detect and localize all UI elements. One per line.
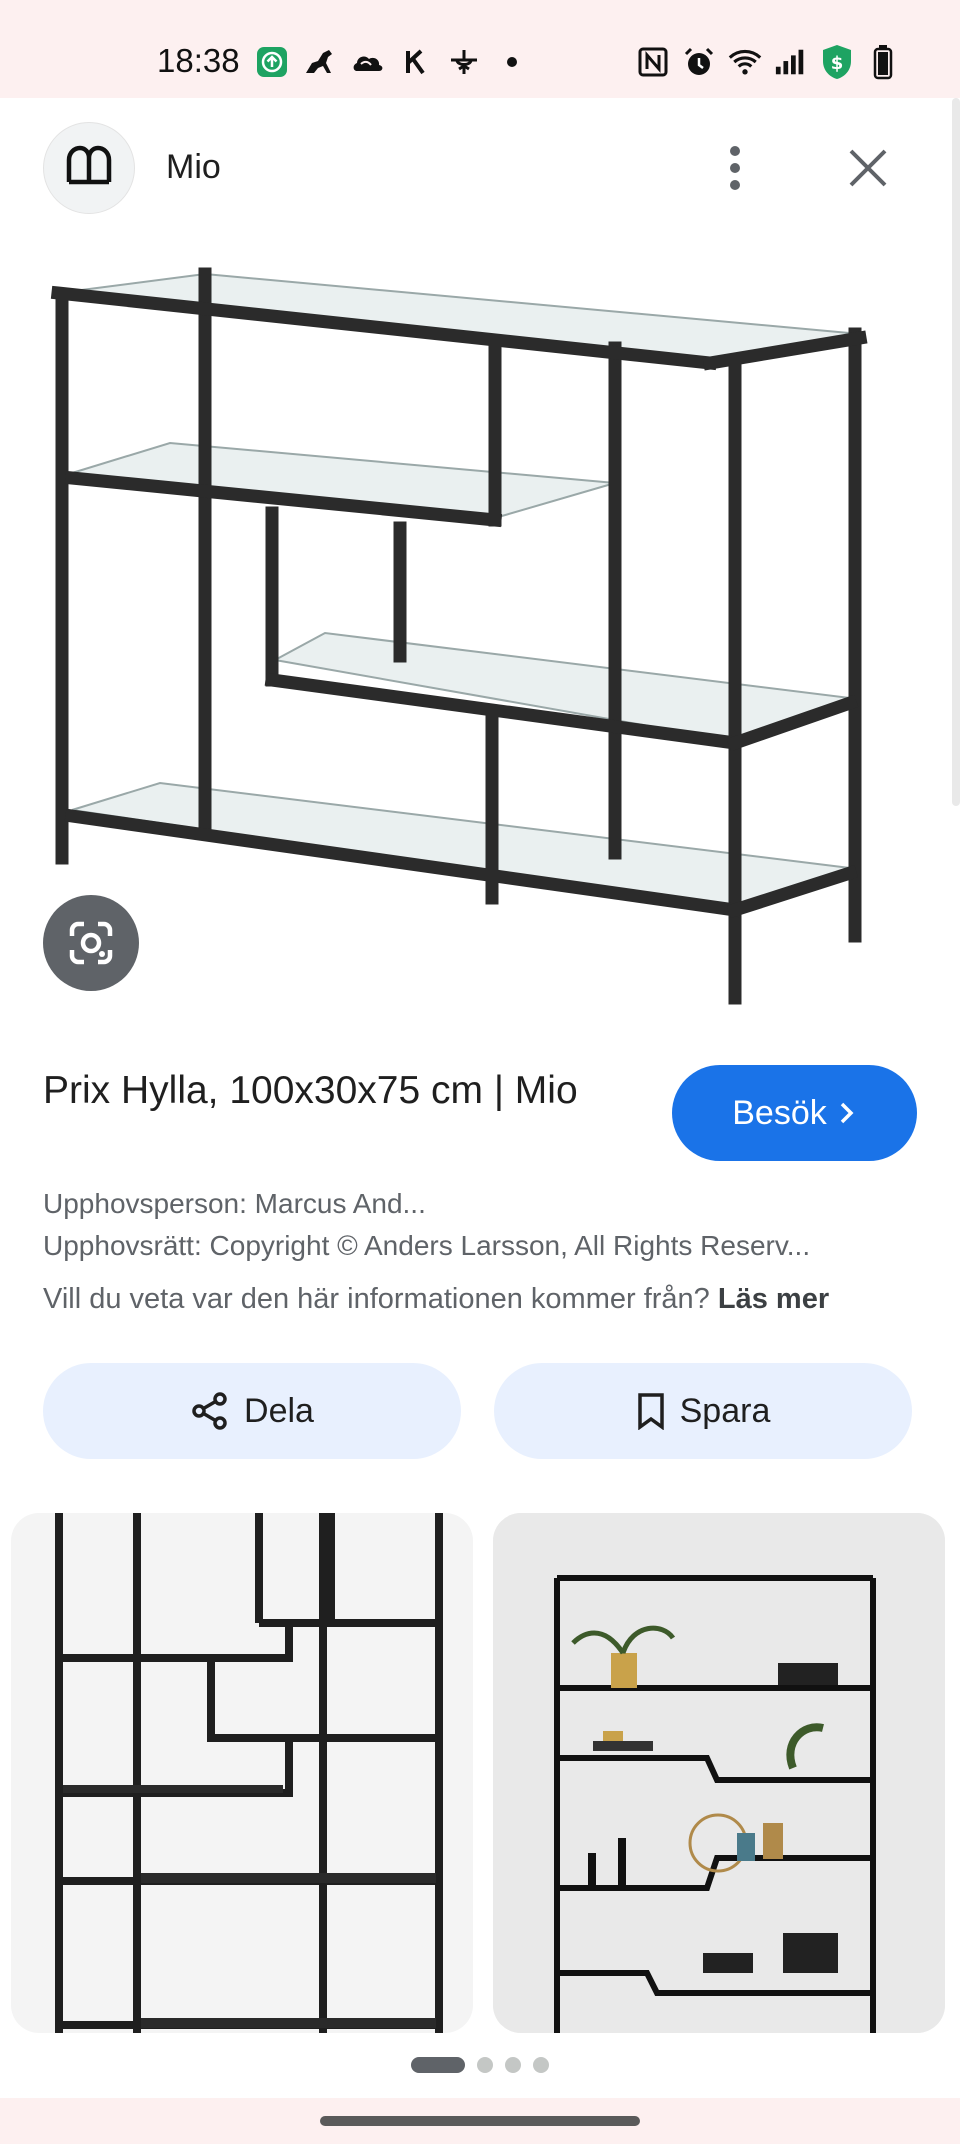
image-author: Upphovsperson: Marcus And...	[43, 1188, 426, 1219]
mio-logo-icon	[66, 145, 112, 185]
home-indicator[interactable]	[320, 2116, 640, 2126]
save-button[interactable]: Spara	[494, 1363, 912, 1459]
status-bar: 18:38 $	[0, 0, 960, 98]
google-lens-button[interactable]	[43, 895, 139, 991]
site-name[interactable]: Mio	[166, 148, 221, 187]
page-indicator	[0, 2050, 960, 2080]
page-dot	[505, 2057, 521, 2073]
battery-icon	[866, 45, 900, 80]
page-dot	[477, 2057, 493, 2073]
close-icon	[849, 149, 887, 187]
upload-app-icon	[255, 45, 289, 79]
signal-icon	[774, 45, 808, 79]
nfc-icon	[636, 45, 670, 79]
share-label: Dela	[244, 1391, 314, 1430]
k-app-icon	[399, 45, 433, 79]
info-source: Vill du veta var den här informationen k…	[43, 1283, 933, 1316]
wifi-icon	[728, 45, 762, 79]
svg-text:$: $	[831, 53, 844, 74]
page-dot	[533, 2057, 549, 2073]
notification-icons	[255, 42, 529, 82]
image-copyright: Upphovsrätt: Copyright © Anders Larsson,…	[43, 1230, 811, 1261]
save-label: Spara	[679, 1391, 771, 1430]
status-time: 18:38	[157, 42, 240, 79]
viewer-header: Mio	[0, 98, 960, 238]
horse-app-icon	[303, 45, 337, 79]
visit-button[interactable]: Besök	[672, 1065, 917, 1161]
plane-app-icon	[447, 45, 481, 79]
info-source-text: Vill du veta var den här informationen k…	[43, 1283, 710, 1315]
more-options-button[interactable]	[715, 138, 755, 198]
close-button[interactable]	[838, 138, 898, 198]
page-dot-active	[411, 2057, 465, 2073]
site-logo[interactable]	[43, 122, 135, 214]
system-icons: $	[636, 42, 900, 82]
related-image[interactable]	[11, 1513, 473, 2033]
read-more-link[interactable]: Läs mer	[718, 1283, 829, 1315]
chevron-right-icon	[840, 1102, 854, 1124]
cloud-app-icon	[351, 45, 385, 79]
shield-dollar-icon: $	[820, 45, 854, 79]
visit-label: Besök	[732, 1093, 827, 1132]
share-icon	[192, 1392, 227, 1430]
shelf-frame	[50, 267, 868, 1005]
more-vert-icon	[730, 146, 740, 190]
lens-icon	[69, 921, 113, 965]
alarm-icon	[682, 45, 716, 79]
related-image[interactable]	[493, 1513, 945, 2033]
related-shelf-frame	[55, 1513, 443, 2033]
share-button[interactable]: Dela	[43, 1363, 461, 1459]
dot-icon	[495, 45, 529, 79]
product-title: Prix Hylla, 100x30x75 cm | Mio	[43, 1069, 578, 1112]
product-image[interactable]	[0, 238, 960, 1018]
bookmark-icon	[637, 1393, 664, 1430]
navigation-bar	[0, 2098, 960, 2144]
related-shelf-boards	[63, 1785, 436, 2028]
